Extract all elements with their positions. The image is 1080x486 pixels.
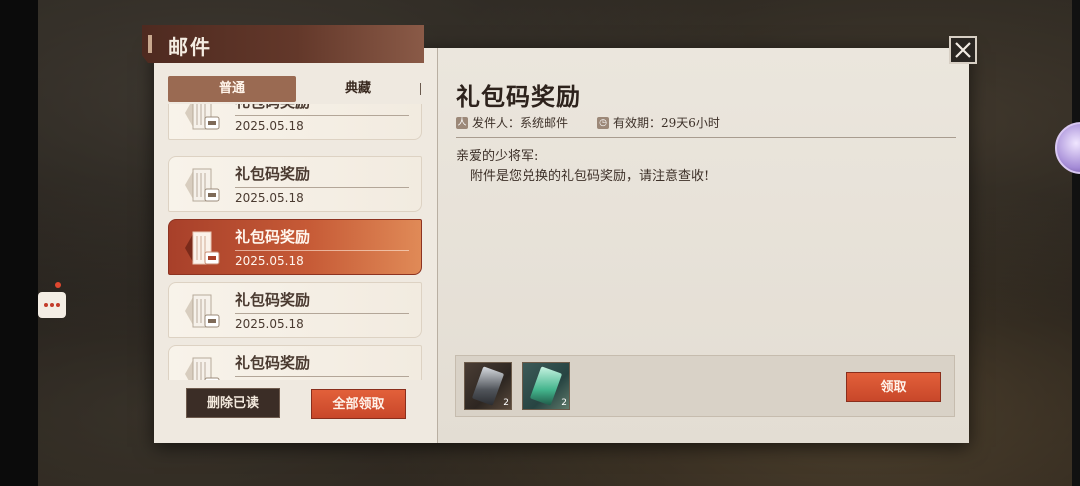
mail-divider xyxy=(235,187,409,188)
hourglass-icon: ◷ xyxy=(597,116,609,129)
mail-sender-text: 发件人：系统邮件 xyxy=(472,116,569,130)
mail-envelope-icon xyxy=(185,104,220,130)
mail-list[interactable]: 礼包码奖励 2025.05.18 礼包码奖励 2025.05.18 礼包码奖励 … xyxy=(168,104,424,380)
sender-icon: 人 xyxy=(456,116,468,129)
mail-divider xyxy=(235,376,409,377)
mail-list-item[interactable]: 礼包码奖励 xyxy=(168,345,422,380)
attachment-item[interactable]: 2 xyxy=(522,362,570,410)
chat-notification-dot xyxy=(55,282,61,288)
mail-expiry-text: 有效期：29天6小时 xyxy=(613,116,720,130)
mail-tabs: 普通 典藏 xyxy=(168,76,422,102)
mail-list-item[interactable]: 礼包码奖励 2025.05.18 xyxy=(168,104,422,140)
mail-envelope-icon xyxy=(185,168,220,202)
mail-envelope-icon xyxy=(185,294,220,328)
mail-envelope-icon xyxy=(185,231,220,265)
mail-divider xyxy=(235,313,409,314)
mail-subject: 礼包码奖励 xyxy=(235,228,311,246)
mail-body: 附件是您兑换的礼包码奖励，请注意查收! xyxy=(470,169,710,184)
mail-detail-title: 礼包码奖励 xyxy=(456,82,581,111)
delete-read-button[interactable]: 删除已读 xyxy=(186,388,280,418)
jade-card-icon xyxy=(529,366,563,406)
window-title: 邮件 xyxy=(168,35,212,59)
attachment-count: 2 xyxy=(561,398,567,408)
mail-date: 2025.05.18 xyxy=(235,119,304,133)
dark-card-icon xyxy=(471,366,505,406)
mail-list-item[interactable]: 礼包码奖励 2025.05.18 xyxy=(168,282,422,338)
mail-list-item-selected[interactable]: 礼包码奖励 2025.05.18 xyxy=(168,219,422,275)
chat-bubble-icon[interactable] xyxy=(38,292,66,318)
attachment-count: 2 xyxy=(503,398,509,408)
mail-expiry: ◷ 有效期：29天6小时 xyxy=(597,114,720,131)
tab-collection[interactable]: 典藏 xyxy=(296,76,420,102)
screen-right-bar xyxy=(1072,0,1080,486)
detail-divider xyxy=(456,137,956,138)
mail-divider xyxy=(235,250,409,251)
mail-date: 2025.05.18 xyxy=(235,317,304,331)
mail-subject: 礼包码奖励 xyxy=(235,354,311,372)
mail-divider xyxy=(235,115,409,116)
mail-list-item[interactable]: 礼包码奖励 2025.05.18 xyxy=(168,156,422,212)
mail-sender: 人 发件人：系统邮件 xyxy=(456,114,568,131)
mail-subject: 礼包码奖励 xyxy=(235,165,311,183)
mail-date: 2025.05.18 xyxy=(235,191,304,205)
close-button[interactable] xyxy=(949,36,977,64)
claim-button[interactable]: 领取 xyxy=(846,372,941,402)
mail-envelope-icon xyxy=(185,357,220,380)
tab-normal[interactable]: 普通 xyxy=(168,76,296,102)
tab-divider xyxy=(420,83,421,95)
claim-all-button[interactable]: 全部领取 xyxy=(311,389,406,419)
mail-date: 2025.05.18 xyxy=(235,254,304,268)
screen-left-bar xyxy=(0,0,38,486)
mail-greeting: 亲爱的少将军: xyxy=(456,149,539,164)
mail-subject: 礼包码奖励 xyxy=(235,291,311,309)
attachment-item[interactable]: 2 xyxy=(464,362,512,410)
mail-subject: 礼包码奖励 xyxy=(235,104,310,112)
close-icon xyxy=(955,42,971,58)
